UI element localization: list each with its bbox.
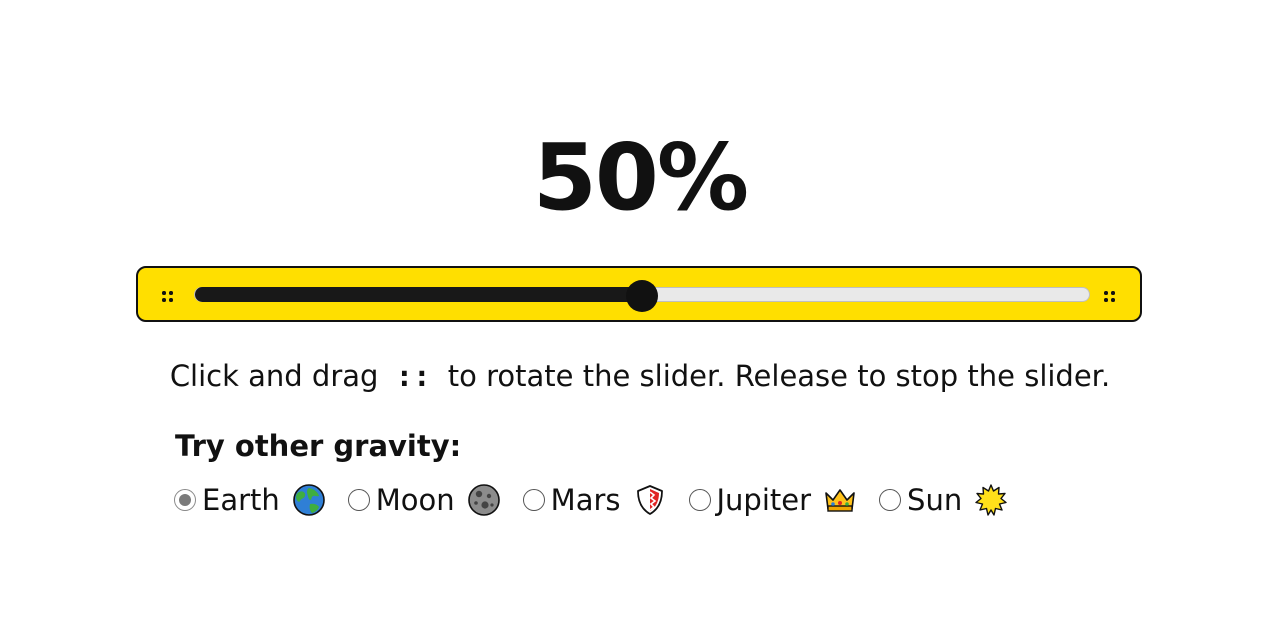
gravity-options: Earth Moon Mars Jupiter Sun bbox=[174, 478, 1030, 522]
moon-label: Moon bbox=[375, 483, 455, 517]
instructions-after: to rotate the slider. Release to stop th… bbox=[447, 359, 1111, 393]
earth-radio[interactable] bbox=[174, 489, 196, 511]
gravity-slider-page: 50% Click and drag :: to rotate the slid… bbox=[0, 0, 1280, 640]
slider-thumb[interactable] bbox=[626, 280, 658, 312]
globe-icon bbox=[292, 483, 326, 517]
drag-handle-glyph: :: bbox=[395, 359, 431, 393]
mars-radio[interactable] bbox=[522, 489, 545, 511]
gravity-heading: Try other gravity: bbox=[175, 429, 462, 463]
sun-icon bbox=[974, 483, 1008, 517]
slider-frame bbox=[136, 266, 1142, 322]
earth-label: Earth bbox=[202, 483, 280, 517]
gravity-option-mars[interactable]: Mars bbox=[522, 480, 667, 520]
instructions-text: Click and drag :: to rotate the slider. … bbox=[0, 356, 1280, 396]
right-drag-handle[interactable] bbox=[1102, 288, 1118, 304]
sun-label: Sun bbox=[907, 483, 963, 517]
shield-icon bbox=[633, 483, 667, 517]
moon-radio[interactable] bbox=[347, 489, 370, 511]
slider-fill bbox=[195, 286, 642, 302]
jupiter-radio[interactable] bbox=[688, 489, 711, 511]
gravity-option-earth[interactable]: Earth bbox=[174, 480, 326, 520]
crown-icon bbox=[823, 483, 857, 517]
gravity-option-sun[interactable]: Sun bbox=[879, 480, 1008, 520]
gravity-option-jupiter[interactable]: Jupiter bbox=[688, 480, 858, 520]
instructions-before: Click and drag bbox=[169, 359, 379, 393]
moon-icon bbox=[467, 483, 501, 517]
percent-display: 50% bbox=[532, 124, 749, 231]
mars-label: Mars bbox=[550, 483, 621, 517]
jupiter-label: Jupiter bbox=[716, 483, 812, 517]
gravity-option-moon[interactable]: Moon bbox=[347, 480, 501, 520]
left-drag-handle[interactable] bbox=[160, 288, 176, 304]
sun-radio[interactable] bbox=[879, 489, 902, 511]
